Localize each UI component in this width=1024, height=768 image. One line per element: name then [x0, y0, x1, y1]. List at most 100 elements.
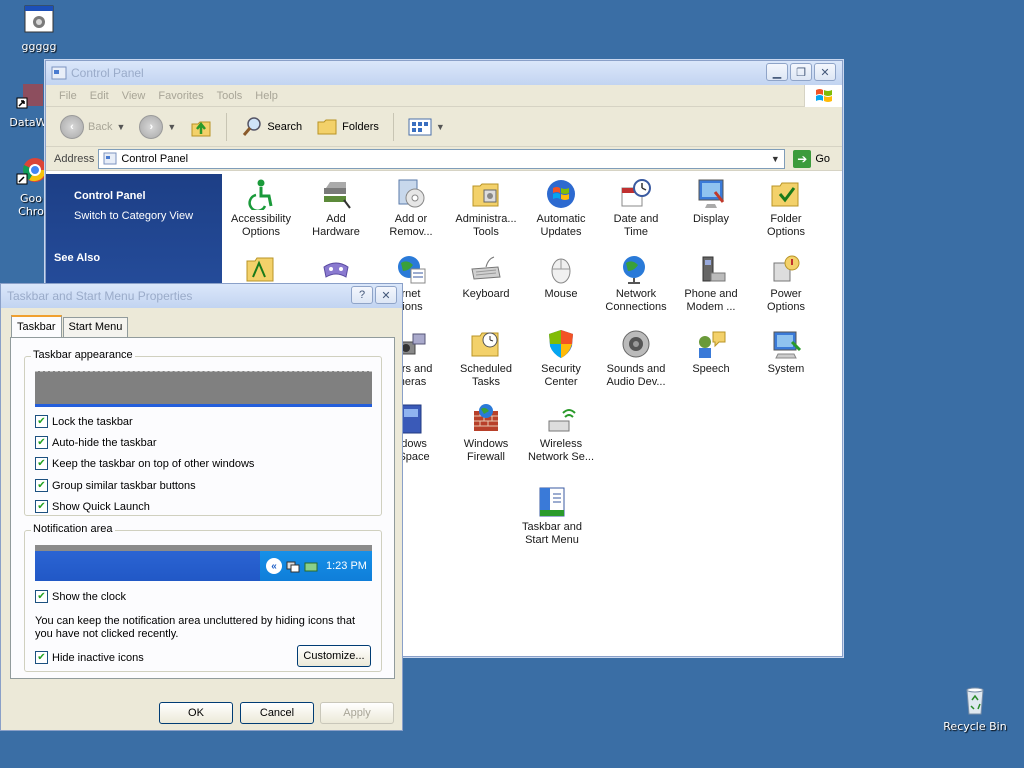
item-label: Speech: [692, 363, 730, 375]
lock-taskbar-checkbox[interactable]: ✔ Lock the taskbar: [35, 415, 133, 428]
wireless-network-icon: [545, 403, 577, 435]
item-mouse[interactable]: Mouse: [524, 253, 598, 301]
show-quick-launch-checkbox[interactable]: ✔ Show Quick Launch: [35, 500, 150, 513]
item-label: Network: [615, 288, 657, 300]
menu-help[interactable]: Help: [250, 90, 286, 102]
checkbox-checked-icon: ✔: [35, 500, 48, 513]
item-label: Windows: [463, 438, 509, 450]
close-button[interactable]: ✕: [814, 63, 836, 81]
item-add-hardware[interactable]: Add Hardware: [299, 178, 373, 239]
game-controller-icon: [320, 253, 352, 285]
item-scheduled-tasks[interactable]: Scheduled Tasks: [449, 328, 523, 389]
item-folder-options[interactable]: Folder Options: [749, 178, 823, 239]
checkbox-label: Keep the taskbar on top of other windows: [52, 457, 255, 470]
item-label: Phone and: [684, 288, 738, 300]
dialog-tabs: Taskbar Start Menu: [11, 315, 129, 338]
maximize-button[interactable]: ❐: [790, 63, 812, 81]
checkbox-label: Show the clock: [52, 590, 126, 603]
menu-edit[interactable]: Edit: [85, 90, 117, 102]
item-label-2: Network Se...: [527, 451, 595, 463]
search-button[interactable]: Search: [237, 114, 306, 140]
mouse-icon: [545, 253, 577, 285]
address-bar: Address Control Panel ▼ ➔ Go: [46, 147, 842, 171]
desktop-icon-ggggg[interactable]: ggggg: [4, 4, 74, 53]
toolbar-separator: [226, 112, 228, 141]
group-buttons-checkbox[interactable]: ✔ Group similar taskbar buttons: [35, 479, 196, 492]
date-time-icon: [620, 178, 652, 210]
item-label-2: Center: [544, 376, 578, 388]
item-system[interactable]: System: [749, 328, 823, 376]
item-wireless-network-setup[interactable]: Wireless Network Se...: [524, 403, 598, 464]
desktop-icon-label: ggggg: [21, 40, 57, 53]
item-label-2: Time: [623, 226, 649, 238]
back-arrow-icon: ‹: [60, 114, 84, 139]
item-power-options[interactable]: Power Options: [749, 253, 823, 314]
scheduled-tasks-icon: [470, 328, 502, 360]
item-sounds-audio[interactable]: Sounds and Audio Dev...: [599, 328, 673, 389]
toolbar-separator: [392, 112, 394, 141]
item-phone-modem[interactable]: Phone and Modem ...: [674, 253, 748, 314]
add-hardware-icon: [320, 178, 352, 210]
tab-start-menu[interactable]: Start Menu: [62, 317, 129, 338]
firewall-icon: [470, 403, 502, 435]
hide-inactive-icons-checkbox[interactable]: ✔ Hide inactive icons: [35, 651, 144, 664]
chevron-down-icon[interactable]: ▼: [167, 122, 176, 132]
chevron-down-icon[interactable]: ▼: [116, 122, 125, 132]
autohide-taskbar-checkbox[interactable]: ✔ Auto-hide the taskbar: [35, 436, 157, 449]
go-button[interactable]: ➔ Go: [793, 149, 842, 168]
item-taskbar-start-menu[interactable]: Taskbar and Start Menu: [515, 486, 589, 547]
cancel-button[interactable]: Cancel: [240, 702, 314, 724]
automatic-updates-icon: [545, 178, 577, 210]
restore-icon: ❐: [796, 66, 806, 79]
back-button[interactable]: ‹ Back ▼: [56, 113, 129, 141]
item-display[interactable]: Display: [674, 178, 748, 226]
views-button[interactable]: ▼: [404, 115, 449, 139]
speech-icon: [695, 328, 727, 360]
checkbox-label: Auto-hide the taskbar: [52, 436, 157, 449]
item-keyboard[interactable]: Keyboard: [449, 253, 523, 301]
menu-tools[interactable]: Tools: [212, 90, 251, 102]
item-accessibility-options[interactable]: Accessibility Options: [224, 178, 298, 239]
forward-button[interactable]: › ▼: [135, 113, 180, 141]
chevron-down-icon[interactable]: ▼: [768, 151, 782, 167]
item-automatic-updates[interactable]: Automatic Updates: [524, 178, 598, 239]
item-speech[interactable]: Speech: [674, 328, 748, 376]
checkbox-checked-icon: ✔: [35, 479, 48, 492]
item-administrative-tools[interactable]: Administra... Tools: [449, 178, 523, 239]
item-label: Administra...: [455, 213, 517, 225]
item-network-connections[interactable]: Network Connections: [599, 253, 673, 314]
item-add-remove-programs[interactable]: Add or Remov...: [374, 178, 448, 239]
tab-taskbar[interactable]: Taskbar: [11, 315, 62, 338]
tray-clock: 1:23 PM: [326, 560, 367, 572]
up-folder-button[interactable]: [186, 114, 216, 140]
item-label-2: Updates: [540, 226, 582, 238]
desktop-icon-recycle-bin[interactable]: Recycle Bin: [940, 684, 1010, 733]
dialog-title-bar[interactable]: Taskbar and Start Menu Properties ? ✕: [1, 284, 402, 308]
item-windows-firewall[interactable]: Windows Firewall: [449, 403, 523, 464]
checkbox-label: Show Quick Launch: [52, 500, 150, 513]
folders-button[interactable]: Folders: [312, 114, 383, 140]
switch-category-view-link[interactable]: Switch to Category View: [46, 202, 222, 222]
administrative-tools-icon: [470, 178, 502, 210]
go-label: Go: [815, 152, 830, 165]
minimize-button[interactable]: ▁: [766, 63, 788, 81]
title-bar[interactable]: Control Panel ▁ ❐ ✕: [46, 61, 842, 85]
help-button[interactable]: ?: [351, 286, 373, 304]
menu-file[interactable]: File: [54, 90, 85, 102]
address-input[interactable]: Control Panel ▼: [98, 148, 786, 169]
item-label-2: Hardware: [312, 226, 360, 238]
folder-options-icon: [770, 178, 802, 210]
menu-favorites[interactable]: Favorites: [153, 90, 211, 102]
item-label: Add or: [394, 213, 428, 225]
dialog-close-button[interactable]: ✕: [375, 286, 397, 304]
apply-button[interactable]: Apply: [320, 702, 394, 724]
item-date-and-time[interactable]: Date and Time: [599, 178, 673, 239]
keep-on-top-checkbox[interactable]: ✔ Keep the taskbar on top of other windo…: [35, 457, 254, 470]
toolbar: ‹ Back ▼ › ▼ Search Folders ▼: [46, 107, 842, 147]
customize-button[interactable]: Customize...: [297, 645, 371, 667]
go-arrow-icon: ➔: [793, 149, 812, 168]
item-security-center[interactable]: Security Center: [524, 328, 598, 389]
ok-button[interactable]: OK: [159, 702, 233, 724]
menu-view[interactable]: View: [117, 90, 154, 102]
show-clock-checkbox[interactable]: ✔ Show the clock: [35, 590, 126, 603]
